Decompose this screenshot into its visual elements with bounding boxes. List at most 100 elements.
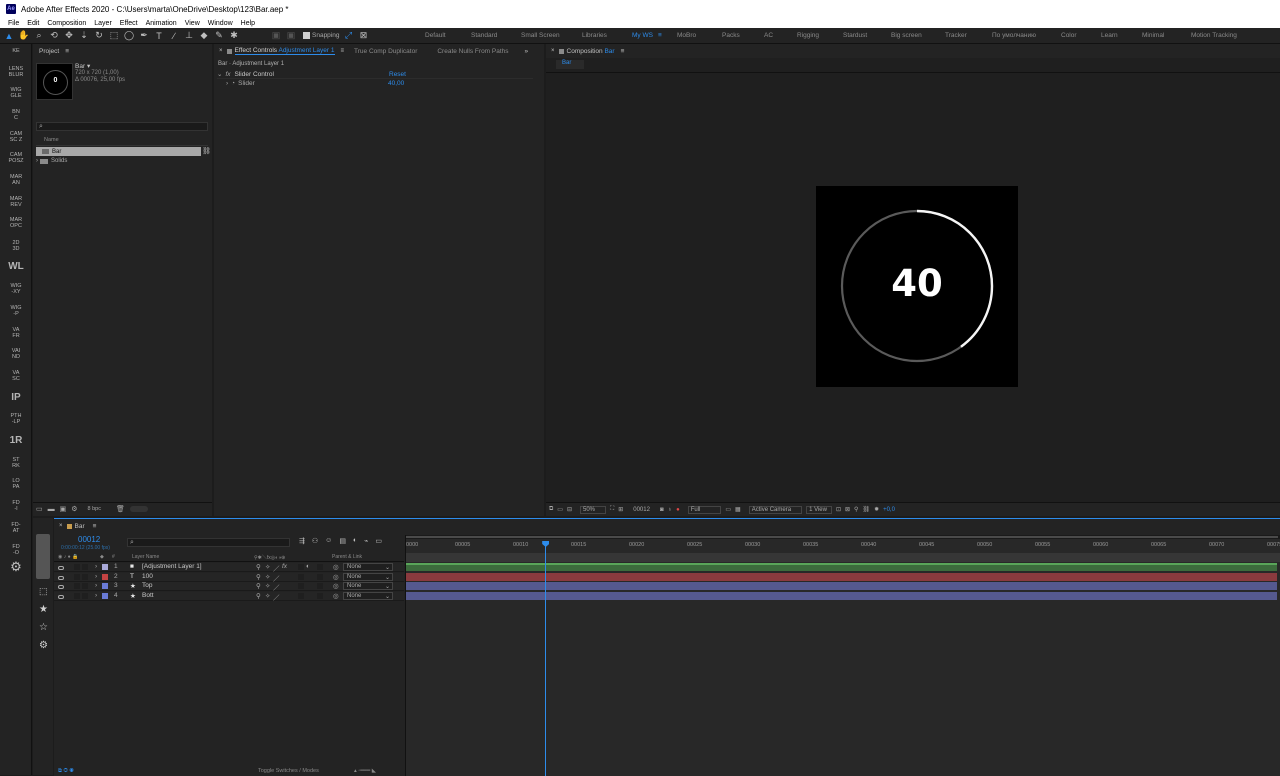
resolution-dropdown[interactable]: Full xyxy=(687,505,722,514)
parent-dropdown[interactable]: None ⌄ xyxy=(343,563,393,571)
collapse-switch-icon[interactable]: ✧ xyxy=(265,563,270,571)
panel-menu-icon[interactable]: ≡ xyxy=(341,48,345,54)
solo-switch[interactable] xyxy=(74,583,80,589)
rail-button-fd-at[interactable]: FD- AT xyxy=(0,522,32,534)
quality-switch-icon[interactable]: ／ xyxy=(273,573,280,583)
stopwatch-icon[interactable]: ◔ xyxy=(231,80,235,87)
table-row[interactable]: › 2 T 100 ⚲ ✧ ／ ◎ None ⌄ xyxy=(54,572,404,583)
rail-button-va-sc[interactable]: VA SC xyxy=(0,370,32,382)
layer-name[interactable]: Top xyxy=(142,582,152,589)
workspace-stardust[interactable]: Stardust xyxy=(843,32,867,39)
new-folder-icon[interactable]: ▬ xyxy=(48,506,55,513)
rail-button-cam-posz[interactable]: CAM POSZ xyxy=(0,152,32,164)
type-tool-icon[interactable]: T xyxy=(153,30,165,42)
solo-switch[interactable] xyxy=(74,573,80,580)
property-value[interactable]: 40,00 xyxy=(388,80,404,87)
collapse-switch-icon[interactable]: ✧ xyxy=(265,573,270,581)
chevron-right-icon[interactable]: › xyxy=(36,158,38,164)
menu-effect[interactable]: Effect xyxy=(120,20,138,27)
current-time-display[interactable]: 00012 xyxy=(633,507,650,513)
rail-button-wig-p[interactable]: WIG -P xyxy=(0,305,32,317)
render-time-icon[interactable]: ⧉ ◎ ◉ xyxy=(58,768,74,775)
3d-switch[interactable] xyxy=(317,592,323,599)
workspace-mobro[interactable]: MoBro xyxy=(677,32,696,39)
gear-icon[interactable]: ⚙ xyxy=(39,640,48,651)
camera-dropdown[interactable]: Active Camera xyxy=(748,505,803,514)
property-row-slider[interactable]: › ◔ Slider 40,00 xyxy=(226,79,533,88)
brush-tool-icon[interactable]: ∕ xyxy=(168,30,180,42)
snap-features-icon[interactable]: ⊠ xyxy=(357,30,369,42)
color-channel-icon[interactable]: ● xyxy=(676,507,680,513)
view-layout-dropdown[interactable]: 1 View xyxy=(806,505,832,514)
layer-bar[interactable] xyxy=(406,563,1277,571)
workspace-my-ws[interactable]: My WS xyxy=(632,32,653,39)
chevron-right-icon[interactable]: » xyxy=(525,48,529,55)
rail-button-va-fr[interactable]: VA FR xyxy=(0,327,32,339)
menu-composition[interactable]: Composition xyxy=(47,20,86,27)
lock-icon[interactable] xyxy=(558,48,564,54)
fx-switch-icon[interactable]: fx xyxy=(282,563,287,570)
rail-button-pth-lp[interactable]: PTH -LP xyxy=(0,413,32,425)
rail-button-1r[interactable]: 1R xyxy=(0,435,32,446)
rail-button-ip[interactable]: IP xyxy=(0,392,32,403)
rail-button-mar-rev[interactable]: MAR REV xyxy=(0,196,32,208)
eye-icon[interactable] xyxy=(58,565,64,572)
clone-stamp-icon[interactable]: ⊥ xyxy=(183,30,195,42)
roto-brush-icon[interactable]: ✎ xyxy=(213,30,225,42)
menu-edit[interactable]: Edit xyxy=(27,20,39,27)
bit-depth-label[interactable]: 8 bpc xyxy=(88,506,101,512)
time-ruler[interactable]: 0000 00005 00010 00015 00020 00025 00030 00035 0… xyxy=(406,542,1280,552)
draft-3d-icon[interactable]: ⚇ xyxy=(312,537,318,545)
workspace-ac[interactable]: AC xyxy=(764,32,773,39)
tab-composition[interactable]: Composition Bar xyxy=(567,48,615,55)
chevron-right-icon[interactable]: › xyxy=(95,563,97,570)
orbit-tool-icon[interactable]: ⟲ xyxy=(48,30,60,42)
always-preview-icon[interactable]: ⧉ xyxy=(549,506,553,513)
eye-icon[interactable] xyxy=(58,584,64,591)
rail-button-ke[interactable]: KE xyxy=(0,48,32,54)
collapse-icon[interactable]: ▭ xyxy=(375,537,382,545)
workspace-minimal[interactable]: Minimal xyxy=(1142,32,1164,39)
pick-whip-icon[interactable]: ◎ xyxy=(333,582,339,590)
label-column-icon[interactable]: ◆ xyxy=(100,554,104,560)
pick-whip-icon[interactable]: ◎ xyxy=(333,592,339,600)
layer-name-header[interactable]: Layer Name xyxy=(132,554,159,560)
panel-menu-icon[interactable]: ≡ xyxy=(621,48,625,55)
menu-help[interactable]: Help xyxy=(241,20,255,27)
project-search-input[interactable]: ⌕ xyxy=(36,122,208,131)
eraser-tool-icon[interactable]: ◆ xyxy=(198,30,210,42)
eye-icon[interactable] xyxy=(58,594,64,601)
switches-header-icon[interactable]: ⚲✱＼fx◎◐◑⊕ xyxy=(254,554,285,561)
toggle-switches-modes[interactable]: Toggle Switches / Modes xyxy=(258,768,319,774)
fit-frame-icon[interactable]: ⛶ xyxy=(610,506,614,513)
name-column-header[interactable]: Name xyxy=(36,137,208,146)
snapping-toggle[interactable]: Snapping xyxy=(303,32,339,39)
dolly-tool-icon[interactable]: ⇣ xyxy=(78,30,90,42)
number-column-icon[interactable]: # xyxy=(112,554,115,560)
quality-switch-icon[interactable]: ／ xyxy=(273,592,280,602)
lock-switch[interactable] xyxy=(82,583,88,589)
show-snapshot-icon[interactable]: ♁ xyxy=(668,507,673,513)
graph-editor-icon[interactable]: ⌁ xyxy=(364,537,368,545)
lock-switch[interactable] xyxy=(82,573,88,580)
menu-view[interactable]: View xyxy=(185,20,200,27)
rotate-tool-icon[interactable]: ↻ xyxy=(93,30,105,42)
thumbnail-slider[interactable] xyxy=(129,506,148,512)
motion-blur-switch[interactable] xyxy=(298,583,304,589)
transform-box-icon[interactable]: ⬚ xyxy=(39,586,48,597)
world-axis-icon[interactable]: ▣ xyxy=(285,30,297,42)
layer-label-color[interactable] xyxy=(102,564,108,570)
collapse-switch-icon[interactable]: ✧ xyxy=(265,582,270,590)
rail-button-wiggle[interactable]: WIG GLE xyxy=(0,87,32,99)
shy-layers-icon[interactable]: ☺ xyxy=(325,537,332,545)
rail-button-mar-opc[interactable]: MAR OPC xyxy=(0,217,32,229)
layer-bar[interactable] xyxy=(406,572,1277,581)
av-features-icon[interactable]: ◉ ♪ ● 🔒 xyxy=(58,554,78,560)
workspace-default-ru[interactable]: По умолчанию xyxy=(992,32,1036,39)
rail-button-fd-o[interactable]: FD -O xyxy=(0,544,32,556)
workspace-menu-icon[interactable]: ≡ xyxy=(658,32,662,39)
layer-label-color[interactable] xyxy=(102,573,108,580)
workspace-libraries[interactable]: Libraries xyxy=(582,32,607,39)
table-row[interactable]: › 4 ★ Bott ⚲ ✧ ／ ◎ None ⌄ xyxy=(54,591,404,602)
comp-navigator-tab[interactable]: Bar xyxy=(556,60,584,69)
